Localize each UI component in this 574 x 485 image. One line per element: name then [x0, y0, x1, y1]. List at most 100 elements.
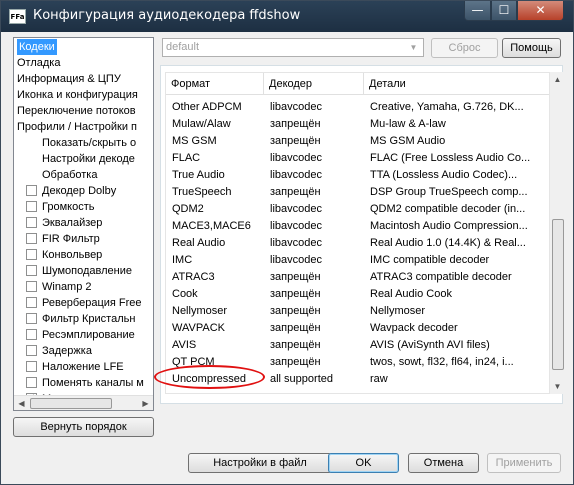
table-row[interactable]: Mulaw/Alaw запрещён Mu-law & A-law — [166, 116, 549, 133]
details-cell: Nellymoser — [370, 305, 426, 317]
scroll-right-arrow-icon[interactable]: ▶ — [138, 396, 153, 410]
format-cell: ATRAC3 — [172, 271, 215, 283]
checkbox[interactable] — [26, 217, 37, 228]
preset-combobox[interactable]: default ▼ — [162, 38, 424, 57]
title-bar[interactable]: FFa Конфигурация аудиодекодера ffdshow —… — [1, 1, 573, 32]
decoder-cell: libavcodec — [270, 169, 322, 181]
settings-tree[interactable]: OSD✓МикшерПоменять каналы мНаложение LFE… — [13, 37, 154, 411]
apply-button[interactable]: Применить — [487, 453, 561, 473]
decoder-cell: libavcodec — [270, 152, 322, 164]
maximize-button[interactable]: ☐ — [491, 1, 517, 21]
details-cell: DSP Group TrueSpeech comp... — [370, 186, 528, 198]
table-row[interactable]: Nellymoser запрещён Nellymoser — [166, 303, 549, 320]
details-cell: QDM2 compatible decoder (in... — [370, 203, 526, 215]
scroll-left-arrow-icon[interactable]: ◀ — [14, 396, 29, 410]
format-cell: MACE3,MACE6 — [172, 220, 251, 232]
details-cell: IMC compatible decoder — [370, 254, 490, 266]
cancel-button[interactable]: Отмена — [408, 453, 479, 473]
decoder-cell: запрещён — [270, 305, 321, 317]
table-row[interactable]: IMC libavcodec IMC compatible decoder — [166, 252, 549, 269]
ffdshow-app-icon: FFa — [9, 9, 26, 24]
checkbox[interactable] — [26, 185, 37, 196]
help-button[interactable]: Помощь — [502, 38, 561, 58]
table-row[interactable]: FLAC libavcodec FLAC (Free Lossless Audio … — [166, 150, 549, 167]
details-cell: TTA (Lossless Audio Codec)... — [370, 169, 518, 181]
preset-value: default — [166, 41, 200, 53]
decoder-cell: all supported — [270, 373, 333, 385]
reset-order-button[interactable]: Вернуть порядок — [13, 417, 154, 437]
tree-horizontal-scrollbar[interactable]: ◀ ▶ — [14, 395, 153, 410]
tree-item-label: Поменять каналы м — [42, 377, 144, 389]
column-header-decoder[interactable]: Декодер — [264, 73, 364, 95]
table-row[interactable]: MS GSM запрещён MS GSM Audio — [166, 133, 549, 150]
tree-item-label: Профили / Настройки п — [17, 121, 138, 133]
details-cell: ATRAC3 compatible decoder — [370, 271, 512, 283]
checkbox[interactable] — [26, 265, 37, 276]
details-cell: MS GSM Audio — [370, 135, 446, 147]
column-header-details[interactable]: Детали — [364, 73, 549, 95]
checkbox[interactable] — [26, 201, 37, 212]
format-cell: TrueSpeech — [172, 186, 232, 198]
table-row[interactable]: MACE3,MACE6 libavcodec Macintosh Audio Com… — [166, 218, 549, 235]
format-cell: Other ADPCM — [172, 101, 242, 113]
tree-item-label: Конвольвер — [42, 249, 103, 261]
decoder-cell: запрещён — [270, 271, 321, 283]
tree-item-label: Информация & ЦПУ — [17, 73, 121, 85]
checkbox[interactable] — [26, 297, 37, 308]
minimize-button[interactable]: — — [464, 1, 491, 21]
checkbox[interactable] — [26, 345, 37, 356]
details-cell: FLAC (Free Lossless Audio Co... — [370, 152, 531, 164]
tree-item-label: Декодер Dolby — [42, 185, 117, 197]
decoder-cell: запрещён — [270, 356, 321, 368]
table-row[interactable]: WAVPACK запрещён Wavpack decoder — [166, 320, 549, 337]
checkbox[interactable] — [26, 249, 37, 260]
table-vertical-scrollbar[interactable]: ▲ ▼ — [550, 72, 566, 394]
chevron-down-icon[interactable]: ▼ — [406, 40, 421, 55]
table-row[interactable]: ATRAC3 запрещён ATRAC3 compatible decoder — [166, 269, 549, 286]
tree-item-label: Задержка — [42, 345, 92, 357]
format-cell: True Audio — [172, 169, 225, 181]
table-row[interactable]: QDM2 libavcodec QDM2 compatible decoder (i… — [166, 201, 549, 218]
scrollbar-thumb[interactable] — [552, 219, 564, 370]
checkbox[interactable] — [26, 329, 37, 340]
tree-item-label: Шумоподавление — [42, 265, 132, 277]
tree-item-label: Ресэмплирование — [42, 329, 135, 341]
format-cell: WAVPACK — [172, 322, 225, 334]
tree-item-label: Эквалайзер — [42, 217, 103, 229]
scroll-up-arrow-icon[interactable]: ▲ — [550, 72, 565, 87]
checkbox[interactable] — [26, 377, 37, 388]
decoder-cell: libavcodec — [270, 237, 322, 249]
table-row[interactable]: True Audio libavcodec TTA (Lossless Audio … — [166, 167, 549, 184]
tree-item-label: Обработка — [42, 169, 98, 181]
checkbox[interactable] — [26, 313, 37, 324]
ffdshow-audio-config-window: FFa Конфигурация аудиодекодера ffdshow —… — [0, 0, 574, 485]
reset-button[interactable]: Сброс — [431, 38, 498, 58]
window-title: Конфигурация аудиодекодера ffdshow — [33, 8, 301, 23]
checkbox[interactable] — [26, 361, 37, 372]
table-row[interactable]: TrueSpeech запрещён DSP Group TrueSpeech c… — [166, 184, 549, 201]
decoder-cell: libavcodec — [270, 203, 322, 215]
details-cell: Mu-law & A-law — [370, 118, 446, 130]
close-button[interactable]: ✕ — [517, 1, 564, 21]
codecs-panel: Формат Декодер Детали Other ADPCM libavco… — [160, 65, 566, 404]
scroll-down-arrow-icon[interactable]: ▼ — [550, 379, 565, 394]
format-cell: Cook — [172, 288, 198, 300]
column-header-format[interactable]: Формат — [166, 73, 264, 95]
tree-item-label: Кодеки — [17, 39, 57, 55]
ok-button[interactable]: OK — [328, 453, 399, 473]
checkbox[interactable] — [26, 281, 37, 292]
details-cell: Creative, Yamaha, G.726, DK... — [370, 101, 524, 113]
details-cell: Macintosh Audio Compression... — [370, 220, 528, 232]
save-settings-to-file-button[interactable]: Настройки в файл — [188, 453, 332, 473]
format-cell: AVIS — [172, 339, 197, 351]
codec-table[interactable]: Формат Декодер Детали Other ADPCM libavco… — [165, 72, 550, 394]
scrollbar-thumb[interactable] — [30, 398, 112, 409]
table-row[interactable]: Cook запрещён Real Audio Cook — [166, 286, 549, 303]
format-cell: Real Audio — [172, 237, 226, 249]
details-cell: twos, sowt, fl32, fl64, in24, i... — [370, 356, 514, 368]
table-row[interactable]: Real Audio libavcodec Real Audio 1.0 (14.4… — [166, 235, 549, 252]
checkbox[interactable] — [26, 233, 37, 244]
tree-item-label: Наложение LFE — [42, 361, 124, 373]
table-row[interactable]: AVIS запрещён AVIS (AviSynth AVI files) — [166, 337, 549, 354]
table-row[interactable]: Other ADPCM libavcodec Creative, Yamaha, G… — [166, 99, 549, 116]
